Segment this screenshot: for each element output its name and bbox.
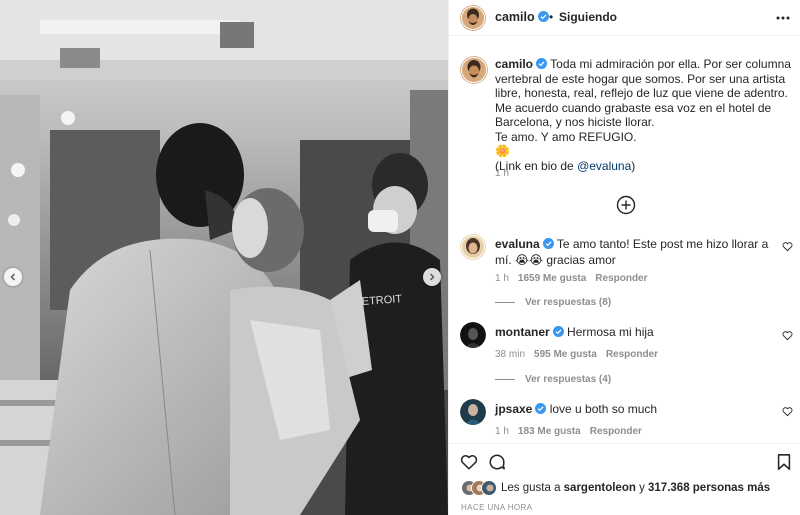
comment-text: jpsaxe love u both so much bbox=[495, 401, 780, 417]
post-side-panel: camilo • Siguiendo camilo Toda mi admira… bbox=[448, 0, 800, 515]
heart-icon[interactable] bbox=[782, 330, 793, 341]
reply-button[interactable]: Responder bbox=[590, 426, 642, 437]
reply-button[interactable]: Responder bbox=[606, 349, 658, 360]
comment-meta: 1 h 183 Me gusta Responder bbox=[495, 426, 651, 437]
likes-summary: Les gusta a sargentoleon y 317.368 perso… bbox=[461, 480, 791, 498]
verified-icon bbox=[552, 326, 564, 337]
comment-icon[interactable] bbox=[488, 453, 506, 471]
photo-scene: ETROIT bbox=[0, 0, 448, 515]
post-time-ago: HACE UNA HORA bbox=[461, 503, 533, 512]
comment-text: evaluna Te amo tanto! Este post me hizo … bbox=[495, 236, 780, 268]
caption-text: Toda mi admiración por ella. Por ser col… bbox=[495, 57, 791, 173]
follow-status-button[interactable]: Siguiendo bbox=[559, 10, 617, 24]
comment-body: Hermosa mi hija bbox=[567, 325, 654, 339]
heart-icon[interactable] bbox=[782, 241, 793, 252]
verified-icon bbox=[535, 403, 547, 414]
caption-end: ) bbox=[631, 158, 636, 173]
avatar[interactable] bbox=[460, 322, 486, 348]
caption-username[interactable]: camilo bbox=[495, 57, 533, 71]
avatar[interactable] bbox=[460, 399, 486, 425]
avatar[interactable] bbox=[460, 5, 486, 31]
comment-time: 1 h bbox=[495, 273, 509, 284]
comment-username[interactable]: evaluna bbox=[495, 237, 540, 251]
caption-timestamp: 1 h bbox=[495, 168, 509, 179]
plus-circle-icon[interactable] bbox=[616, 195, 636, 215]
likes-text: Les gusta a sargentoleon y 317.368 perso… bbox=[501, 482, 771, 494]
liker-username[interactable]: sargentoleon bbox=[564, 482, 636, 494]
comment-likes[interactable]: 595 Me gusta bbox=[534, 349, 597, 360]
reply-button[interactable]: Responder bbox=[595, 273, 647, 284]
comment-text: montaner Hermosa mi hija bbox=[495, 324, 780, 340]
comment-username[interactable]: jpsaxe bbox=[495, 402, 532, 416]
comment-body: love u both so much bbox=[549, 402, 658, 416]
heart-icon[interactable] bbox=[460, 453, 478, 471]
verified-icon bbox=[537, 11, 549, 22]
post-username[interactable]: camilo bbox=[495, 10, 549, 24]
comment-likes[interactable]: 183 Me gusta bbox=[518, 426, 581, 437]
comment-username[interactable]: montaner bbox=[495, 325, 550, 339]
next-photo-button[interactable] bbox=[423, 268, 441, 286]
prev-photo-button[interactable] bbox=[4, 268, 22, 286]
view-replies-button[interactable]: Ver respuestas (4) bbox=[495, 374, 611, 385]
comment-meta: 1 h 1659 Me gusta Responder bbox=[495, 273, 657, 284]
caption-mention-link[interactable]: @evaluna bbox=[577, 159, 631, 173]
chevron-left-icon bbox=[10, 273, 15, 281]
comment-time: 38 min bbox=[495, 349, 526, 360]
avatar bbox=[481, 480, 497, 496]
comment-time: 1 h bbox=[495, 426, 509, 437]
more-icon[interactable] bbox=[775, 10, 791, 26]
view-replies-button[interactable]: Ver respuestas (8) bbox=[495, 297, 611, 308]
chevron-right-icon bbox=[430, 273, 435, 281]
comment-meta: 38 min 595 Me gusta Responder bbox=[495, 349, 667, 360]
comment-likes[interactable]: 1659 Me gusta bbox=[518, 273, 586, 284]
verified-icon bbox=[542, 238, 554, 249]
header-separator: • bbox=[549, 10, 554, 24]
post-header: camilo • Siguiendo bbox=[449, 0, 800, 36]
post-caption: camilo Toda mi admiración por ella. Por … bbox=[495, 57, 795, 173]
avatar[interactable] bbox=[460, 234, 486, 260]
likes-count[interactable]: 317.368 personas más bbox=[648, 482, 770, 494]
bookmark-icon[interactable] bbox=[775, 453, 793, 471]
avatar[interactable] bbox=[460, 56, 488, 84]
heart-icon[interactable] bbox=[782, 406, 793, 417]
post-photo: ETROIT bbox=[0, 0, 448, 515]
action-bar bbox=[449, 443, 800, 479]
verified-icon bbox=[536, 58, 548, 69]
